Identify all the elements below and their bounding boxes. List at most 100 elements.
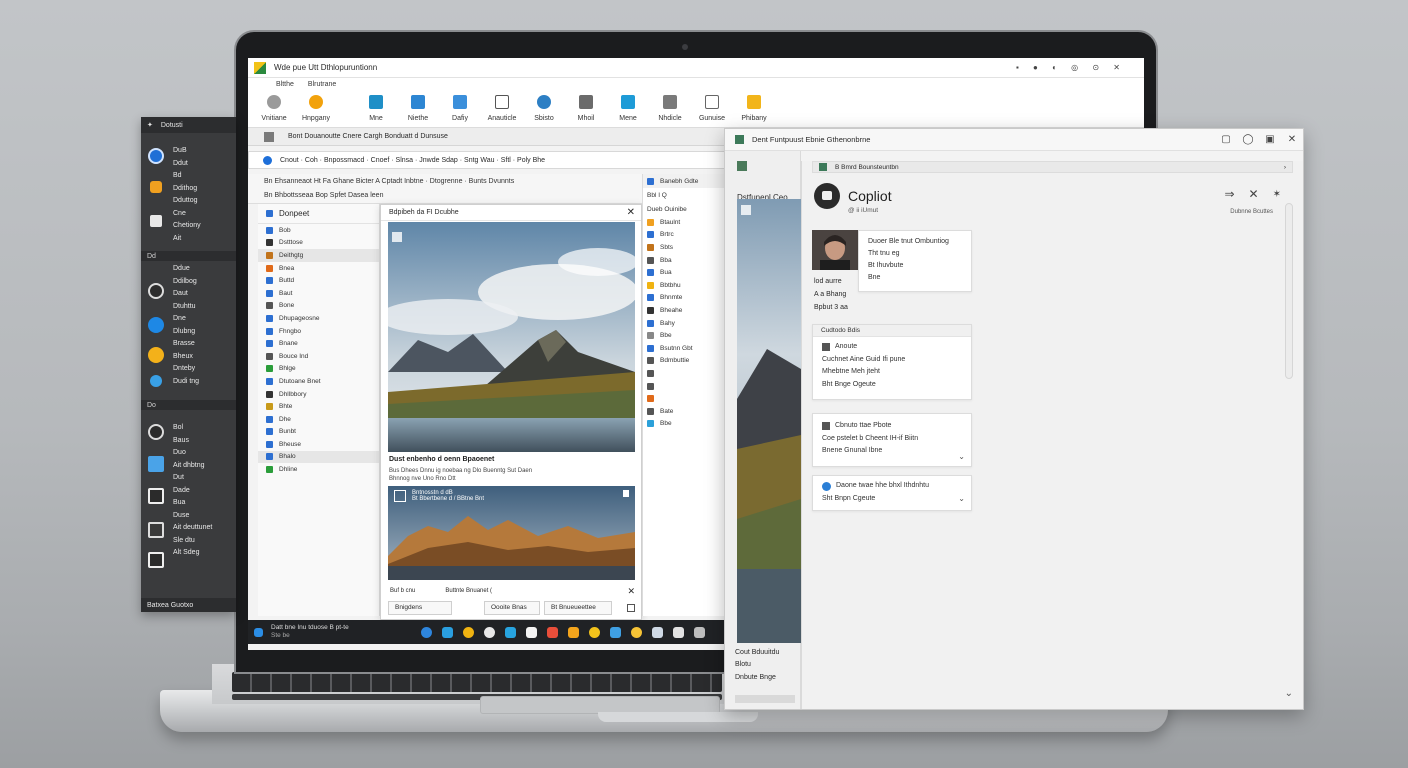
taskbar-app-icon[interactable] bbox=[568, 626, 579, 638]
nav-item[interactable]: Dstttose bbox=[258, 237, 379, 250]
ribbon-button[interactable]: Mne bbox=[356, 91, 396, 127]
image-icon[interactable] bbox=[148, 522, 164, 538]
list-item[interactable]: Btaulnt bbox=[643, 216, 726, 229]
document-icon[interactable] bbox=[150, 215, 162, 227]
suggestion-card[interactable]: Cudtodo Bdis Anoute Cuchnet Aine Guid If… bbox=[812, 324, 972, 400]
side-panel-item[interactable]: Ait bbox=[141, 233, 236, 246]
ribbon-button[interactable]: Sbisto bbox=[524, 91, 564, 127]
side-panel-item[interactable]: Dduttog bbox=[141, 195, 236, 208]
taskbar-app-icon[interactable] bbox=[610, 626, 621, 638]
nav-item[interactable]: Bouce Ind bbox=[258, 350, 379, 363]
footer-button[interactable]: Oooite Bnas bbox=[484, 601, 540, 615]
bookmark-icon[interactable] bbox=[623, 490, 629, 497]
horizontal-scrollbar[interactable] bbox=[735, 695, 795, 703]
app-icon[interactable] bbox=[150, 375, 162, 387]
settings-icon[interactable] bbox=[148, 488, 164, 504]
gear-icon[interactable]: ✦ bbox=[147, 121, 153, 129]
list-item[interactable]: Bbtbhu bbox=[643, 279, 726, 292]
chrome-icon[interactable] bbox=[148, 347, 164, 363]
nav-item[interactable]: Bhlge bbox=[258, 363, 379, 376]
chevron-down-icon[interactable]: ⌄ bbox=[958, 494, 965, 503]
start-icon[interactable] bbox=[254, 627, 263, 637]
taskbar-app-icon[interactable] bbox=[442, 626, 453, 638]
nav-item[interactable]: Baut bbox=[258, 287, 379, 300]
taskbar-app-icon[interactable] bbox=[547, 626, 558, 638]
menu-item[interactable]: Blrutrane bbox=[308, 81, 336, 88]
list-item[interactable]: Bate bbox=[643, 405, 726, 418]
nav-item[interactable]: Dhline bbox=[258, 463, 379, 476]
taskbar-app-icon[interactable] bbox=[526, 626, 537, 638]
list-item[interactable]: Bheahe bbox=[643, 304, 726, 317]
nav-item[interactable]: Bhte bbox=[258, 400, 379, 413]
copilot-path[interactable]: B Bmrd Bounsteuntbn › bbox=[812, 161, 1293, 173]
list-item[interactable]: Bbe bbox=[643, 418, 726, 431]
side-panel-item[interactable]: Duse bbox=[141, 510, 236, 523]
record-icon[interactable] bbox=[148, 424, 164, 440]
list-item[interactable] bbox=[643, 367, 726, 380]
expand-icon[interactable] bbox=[627, 604, 635, 612]
list-item[interactable]: Bbe bbox=[643, 329, 726, 342]
side-panel-item[interactable]: Dtuhttu bbox=[141, 301, 236, 314]
footer-button[interactable]: Bnigdens bbox=[388, 601, 452, 615]
ribbon-button[interactable]: Anauticle bbox=[482, 91, 522, 127]
second-photo-card[interactable]: Bntnosstn d dB Bt Bbertbene d / BBtne Bn… bbox=[388, 486, 635, 580]
taskbar-app-icon[interactable] bbox=[631, 626, 642, 638]
nav-item[interactable]: Bhalo bbox=[258, 450, 379, 464]
close-icon[interactable]: ✕ bbox=[1281, 134, 1303, 145]
photos-icon[interactable] bbox=[148, 456, 164, 472]
taskbar-app-icon[interactable] bbox=[421, 626, 432, 638]
mountain-photo[interactable] bbox=[388, 222, 635, 452]
nav-item[interactable]: Bnane bbox=[258, 337, 379, 350]
ribbon-button[interactable]: Mene bbox=[608, 91, 648, 127]
titlebar-tray-icons[interactable]: ▪ ● ◐ ◎ ⊙ ✕ bbox=[1016, 63, 1126, 72]
nav-item[interactable]: Dhupageosne bbox=[258, 312, 379, 325]
taskbar-app-icon[interactable] bbox=[505, 626, 516, 638]
minimize-icon[interactable]: ▢ bbox=[1215, 134, 1237, 145]
taskbar-app-icon[interactable] bbox=[694, 626, 705, 638]
ribbon-button[interactable]: Niethe bbox=[398, 91, 438, 127]
restore-icon[interactable]: ◯ bbox=[1237, 134, 1259, 145]
nav-item[interactable]: Dtutoane Bnet bbox=[258, 375, 379, 388]
nav-item[interactable]: Deithgtg bbox=[258, 249, 379, 262]
taskbar-app-icon[interactable] bbox=[484, 626, 495, 638]
chevron-right-icon[interactable]: › bbox=[1284, 164, 1286, 171]
list-item[interactable]: Bahy bbox=[643, 317, 726, 330]
list-item[interactable]: Bhnmte bbox=[643, 292, 726, 305]
ribbon-button[interactable]: Hnpgany bbox=[296, 91, 336, 127]
nav-item[interactable]: Buttd bbox=[258, 274, 379, 287]
nav-item[interactable]: Bob bbox=[258, 224, 379, 237]
profile-card[interactable]: Duoer Ble tnut Ombuntiog Tht tnu eg Bt I… bbox=[858, 230, 972, 292]
ribbon-button[interactable]: Phibany bbox=[734, 91, 774, 127]
side-panel-item[interactable]: Dut bbox=[141, 472, 236, 485]
close-icon[interactable]: ✕ bbox=[1249, 187, 1259, 201]
maximize-icon[interactable]: ▣ bbox=[1259, 134, 1281, 145]
close-icon[interactable]: ✕ bbox=[627, 207, 635, 218]
list-item[interactable]: Bsutnn Gbt bbox=[643, 342, 726, 355]
nav-item[interactable]: Bunbt bbox=[258, 426, 379, 439]
close-icon[interactable]: ✕ bbox=[627, 586, 635, 597]
menu-item[interactable]: Bltthe bbox=[276, 81, 294, 88]
pin-icon[interactable]: ✶ bbox=[1273, 189, 1281, 200]
chevron-down-icon[interactable]: ⌄ bbox=[958, 452, 965, 461]
nav-item[interactable]: Bheuse bbox=[258, 438, 379, 451]
nav-item[interactable]: Dhe bbox=[258, 413, 379, 426]
folder-icon[interactable] bbox=[150, 181, 162, 193]
ribbon-button[interactable]: Vnitiane bbox=[254, 91, 294, 127]
taskbar-app-icon[interactable] bbox=[673, 626, 684, 638]
list-item[interactable]: Bba bbox=[643, 254, 726, 267]
taskbar-search[interactable]: Datt bne Inu tduose B pt-te Ste be bbox=[271, 624, 421, 640]
footer-button[interactable]: Bt Bnueueettee bbox=[544, 601, 612, 615]
ribbon-button[interactable]: Gunuise bbox=[692, 91, 732, 127]
suggestion-card[interactable]: Daone twae hhe bhxl Ithdnhtu Sht Bnpn Cg… bbox=[812, 475, 972, 511]
address-bar[interactable]: Cnout · Coh · Bnpossmacd · Cnoef · Slnsa… bbox=[248, 151, 726, 169]
list-item[interactable]: Bua bbox=[643, 266, 726, 279]
nav-item[interactable]: Bnea bbox=[258, 262, 379, 275]
list-item[interactable]: Sbts bbox=[643, 241, 726, 254]
taskbar-app-icon[interactable] bbox=[652, 626, 663, 638]
side-panel-item[interactable]: Dnteby bbox=[141, 363, 236, 376]
list-item[interactable] bbox=[643, 380, 726, 393]
nav-item[interactable]: Bone bbox=[258, 300, 379, 313]
browser-icon[interactable] bbox=[148, 148, 164, 164]
arrow-right-icon[interactable]: ⇒ bbox=[1224, 187, 1234, 201]
taskbar-app-icon[interactable] bbox=[589, 626, 600, 638]
